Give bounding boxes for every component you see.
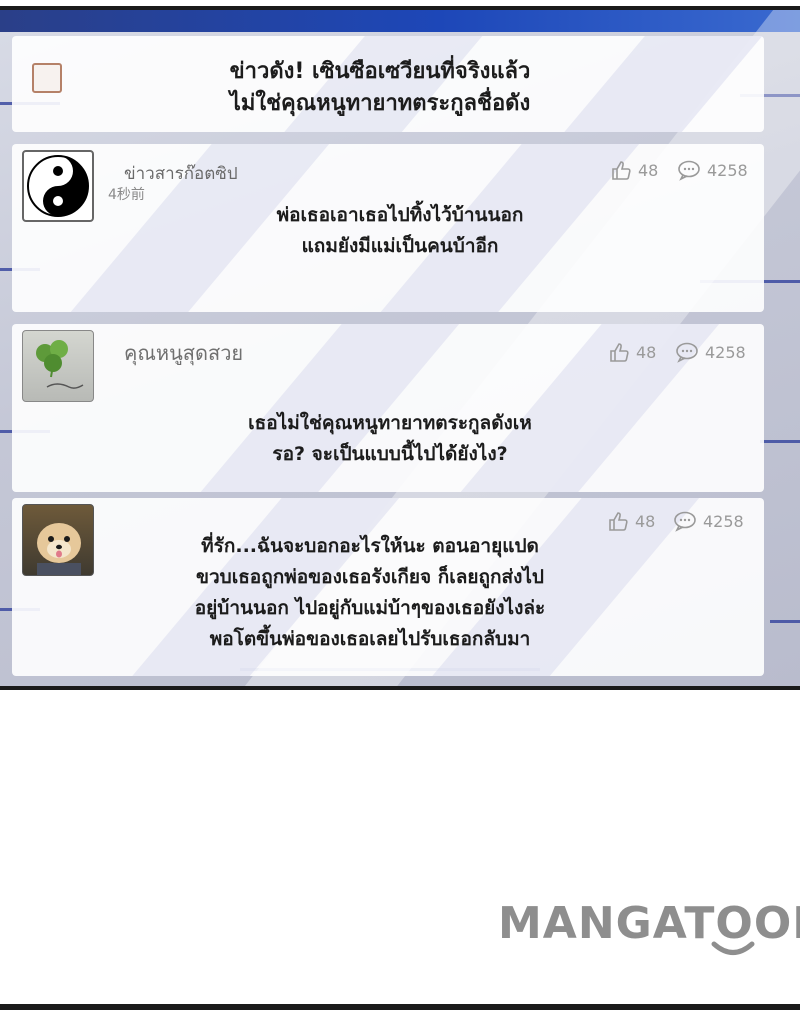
comment-count-value: 4258: [705, 342, 746, 362]
post-text-line: แถมยังมีแม่เป็นคนบ้าอีก: [301, 235, 499, 257]
post-text-line: รอ? จะเป็นแบบนี้ไปได้ยังไง?: [272, 443, 508, 465]
checkbox[interactable]: [32, 63, 62, 93]
post-text-line: ขวบเธอถูกพ่อของเธอรังเกียจ ก็เลยถูกส่งไป: [196, 566, 544, 588]
comment-bubble-icon: [678, 160, 700, 181]
avatar[interactable]: [22, 504, 94, 576]
username[interactable]: ข่าวสารก๊อตซิป: [124, 160, 238, 187]
comic-panel: ข่าวดัง! เซินซือเซวียนที่จริงแล้ว ไม่ใช่…: [0, 6, 800, 690]
like-count[interactable]: 48: [610, 159, 658, 181]
yin-yang-icon: [27, 155, 89, 217]
page-bottom-border: [0, 1004, 800, 1010]
like-count-value: 48: [638, 160, 659, 180]
thumbs-up-icon: [610, 343, 629, 362]
like-count-value: 48: [636, 342, 657, 362]
like-count-value: 48: [635, 511, 656, 531]
thumbs-up-icon: [609, 512, 628, 531]
post-text-line: เธอไม่ใช่คุณหนูทายาทตระกูลดังเห: [248, 412, 532, 434]
comment-count[interactable]: 4258: [673, 510, 744, 532]
logo-smile-icon: [711, 941, 755, 955]
avatar[interactable]: [22, 330, 94, 402]
browser-top-strip: [0, 10, 800, 32]
headline-line-1: ข่าวดัง! เซินซือเซวียนที่จริงแล้ว: [229, 59, 531, 84]
puppy-icon: [37, 523, 81, 575]
post-text-line: ที่รัก...ฉันจะบอกอะไรให้นะ ตอนอายุแปด: [201, 535, 539, 557]
like-count[interactable]: 48: [607, 510, 655, 532]
post-text-line: พอโตขึ้นพ่อของเธอเลยไปรับเธอกลับมา: [209, 628, 531, 650]
comment-bubble-icon: [676, 342, 698, 363]
post-text-line: พ่อเธอเอาเธอไปทิ้งไว้บ้านนอก: [276, 204, 524, 226]
post-time: 4秒前: [108, 187, 145, 203]
speed-line: [760, 440, 800, 443]
headline-line-2: ไม่ใช่คุณหนูทายาทตระกูลชื่อดัง: [229, 91, 531, 116]
comment-bubble-icon: [674, 511, 696, 532]
comment-count[interactable]: 4258: [677, 159, 748, 181]
speed-line: [770, 620, 800, 623]
comment-count-value: 4258: [703, 511, 744, 531]
thumbs-up-icon: [612, 161, 631, 180]
like-count[interactable]: 48: [608, 341, 656, 363]
avatar[interactable]: [22, 150, 94, 222]
post-text-line: อยู่บ้านนอก ไปอยู่กับแม่บ้าๆของเธอยังไงล…: [194, 597, 546, 619]
comment-count-value: 4258: [707, 160, 748, 180]
clover-icon: [36, 340, 84, 389]
username[interactable]: คุณหนูสุดสวย: [124, 337, 243, 369]
comment-count[interactable]: 4258: [675, 341, 746, 363]
